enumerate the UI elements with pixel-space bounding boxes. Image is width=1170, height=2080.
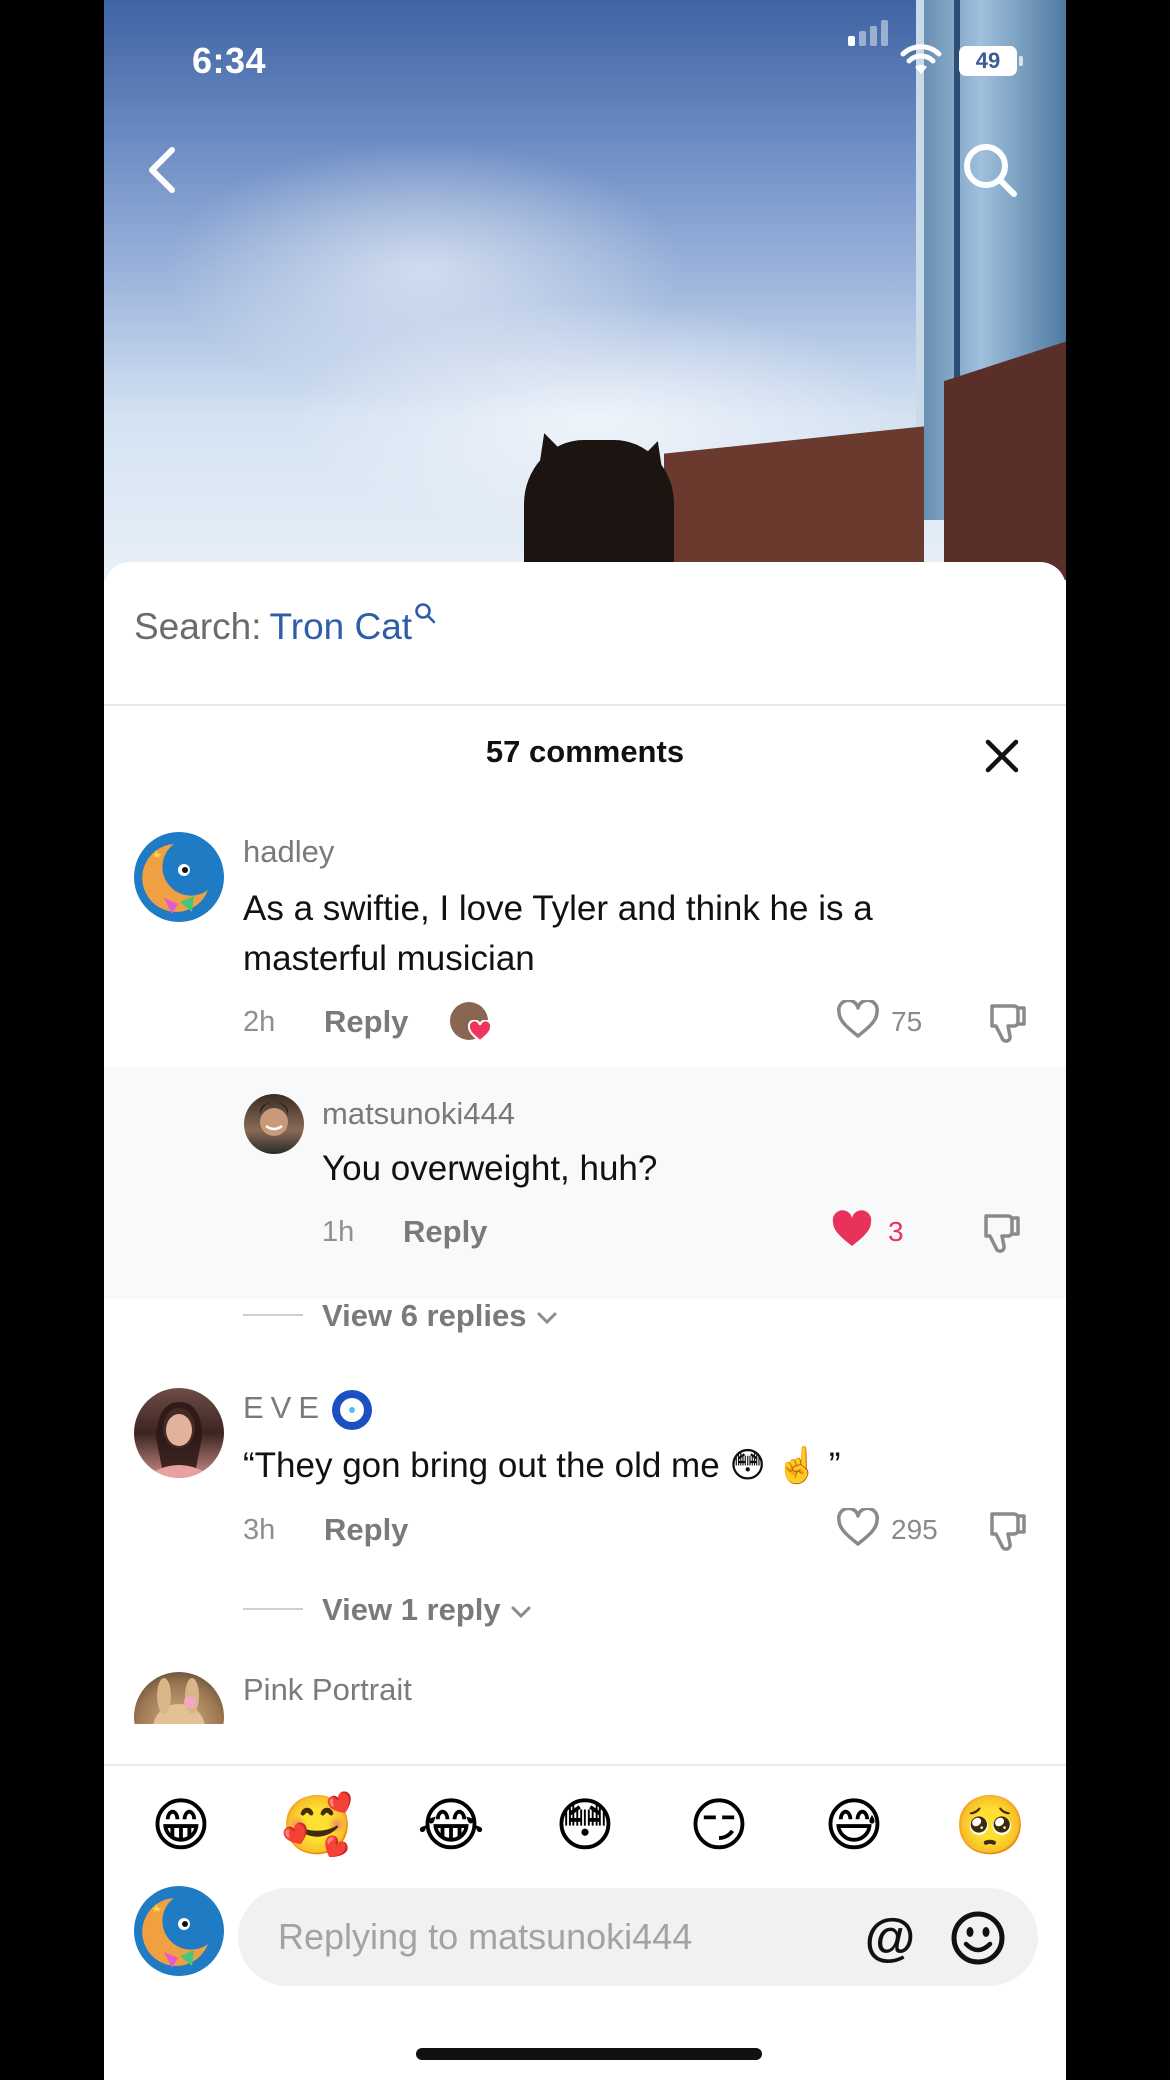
creator-liked-avatar [450, 1002, 492, 1042]
emoji-tears-of-joy-button[interactable]: 😂 [416, 1790, 486, 1860]
emoji-sweat-smile-button[interactable]: 😅 [819, 1790, 889, 1860]
wifi-icon [900, 44, 942, 74]
my-avatar [134, 1886, 224, 1976]
reply-time: 1h [322, 1216, 355, 1248]
comment-text: i love that we have this from every angl… [243, 1716, 867, 1724]
avatar-face-icon [260, 1102, 288, 1136]
comment-input[interactable] [278, 1888, 838, 1986]
home-indicator[interactable] [416, 2048, 762, 2060]
comment-text: As a swiftie, I love Tyler and think he … [243, 889, 873, 978]
avatar[interactable] [134, 1388, 224, 1478]
nazar-amulet-icon [332, 1390, 373, 1430]
search-suggestion[interactable]: Search: Tron Cat [134, 603, 436, 648]
avatar[interactable] [134, 1672, 224, 1724]
heart-filled-icon[interactable] [830, 1210, 874, 1250]
comment-partial-clip: Pink Portrait i love that we have this f… [104, 1660, 1066, 1724]
reply-username[interactable]: matsunoki444 [322, 1096, 515, 1132]
chevron-down-icon [537, 1312, 557, 1325]
like-count: 295 [891, 1514, 938, 1545]
dislike-icon[interactable] [978, 1210, 1022, 1254]
like-count: 75 [891, 1006, 923, 1037]
status-bar: 6:34 49 [104, 0, 1066, 120]
building-brick [664, 426, 924, 580]
search-small-icon [415, 603, 436, 624]
close-icon[interactable] [984, 738, 1020, 774]
emoji-grinning-button[interactable]: 😁 [146, 1790, 216, 1860]
comments-sheet: Search: Tron Cat 57 comments hadley As a … [104, 562, 1066, 2080]
view-replies-button[interactable]: View 1 reply [322, 1592, 533, 1628]
emoji-hearts-face-button[interactable]: 🥰 [281, 1790, 353, 1860]
person-head [524, 440, 674, 580]
avatar[interactable] [134, 832, 224, 922]
status-time: 6:34 [192, 40, 267, 81]
reply-avatar[interactable] [244, 1094, 304, 1154]
comments-count-title: 57 comments [485, 734, 685, 769]
comment-username[interactable]: hadley [243, 834, 334, 870]
heart-outline-icon[interactable] [836, 1000, 880, 1040]
phone-screen: 6:34 49 Search: Tron Cat 57 comments had… [104, 0, 1066, 2080]
emoji-picker-icon[interactable] [948, 1908, 1008, 1968]
divider [104, 704, 1066, 706]
heart-badge-icon [468, 1020, 492, 1042]
back-arrow-icon[interactable] [140, 140, 184, 200]
mention-button[interactable]: @ [860, 1908, 920, 1968]
moon-character-icon [142, 844, 208, 914]
reply-button[interactable]: Reply [324, 1004, 408, 1040]
battery-icon: 49 [959, 46, 1023, 76]
building-brick-right [944, 338, 1066, 580]
dislike-icon[interactable] [984, 1508, 1028, 1552]
emoji-quick-bar: 😁 🥰 😂 😳 😏 😅 🥺 [104, 1764, 1066, 1874]
bunny-icon [153, 1678, 205, 1724]
search-term-link[interactable]: Tron Cat [270, 606, 413, 647]
avatar-portrait-icon [144, 1402, 214, 1478]
reply-text: You overweight, huh? [322, 1149, 658, 1188]
comment-time: 2h [243, 1006, 276, 1038]
comment-input-container: @ [238, 1888, 1038, 1986]
heart-outline-icon[interactable] [836, 1508, 880, 1548]
reply-button[interactable]: Reply [403, 1214, 487, 1250]
comment-username[interactable]: Pink Portrait [243, 1672, 412, 1708]
emoji-pleading-button[interactable]: 🥺 [954, 1790, 1026, 1860]
moon-character-icon [142, 1898, 208, 1968]
replies-divider-line [243, 1608, 303, 1610]
comment-composer: @ [104, 1874, 1066, 2024]
comment-time: 3h [243, 1514, 276, 1546]
reply-button[interactable]: Reply [324, 1512, 408, 1548]
reply-like-count: 3 [888, 1216, 904, 1247]
comment-text: “They gon bring out the old me 😳 ☝️ ” [243, 1446, 841, 1485]
view-replies-button[interactable]: View 6 replies [322, 1298, 559, 1334]
emoji-flushed-button[interactable]: 😳 [550, 1790, 620, 1860]
dislike-icon[interactable] [984, 1000, 1028, 1044]
view-replies-label: View 1 reply [322, 1592, 501, 1627]
replies-divider-line [243, 1314, 303, 1316]
view-replies-label: View 6 replies [322, 1298, 527, 1333]
chevron-down-icon [511, 1606, 531, 1619]
search-prefix: Search: [134, 606, 262, 647]
comment-username[interactable]: EVE [243, 1390, 373, 1430]
search-icon[interactable] [960, 140, 1020, 200]
emoji-smirk-button[interactable]: 😏 [684, 1790, 754, 1860]
